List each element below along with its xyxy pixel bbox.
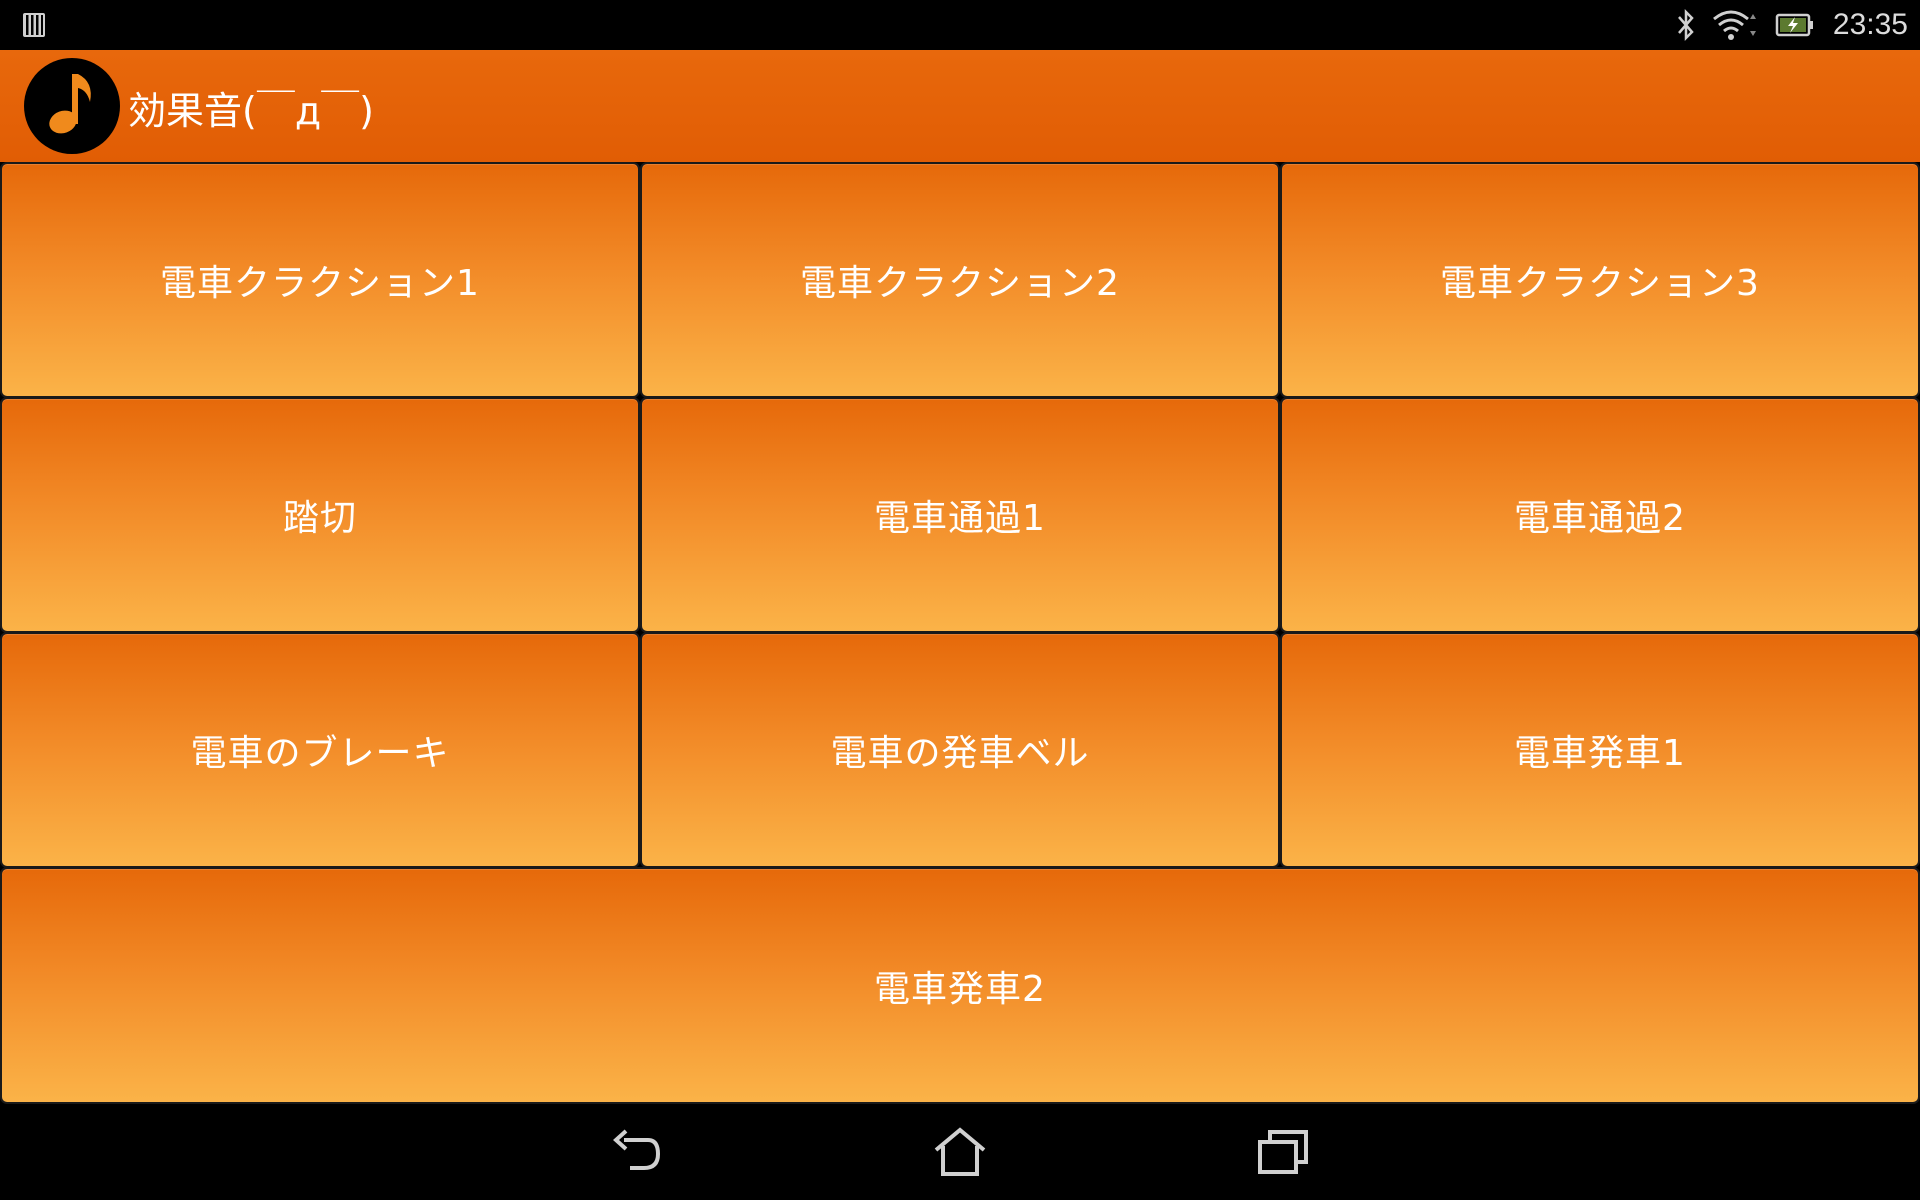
status-icons: 23:35 — [1675, 0, 1908, 50]
sound-button-train-horn-2[interactable]: 電車クラクション2 — [640, 162, 1280, 398]
bluetooth-icon — [1677, 8, 1694, 42]
clock: 23:35 — [1832, 8, 1908, 41]
sound-button-train-brake[interactable]: 電車のブレーキ — [0, 632, 640, 868]
recent-apps-icon — [1258, 1130, 1308, 1174]
sim-card-icon — [23, 13, 45, 37]
sound-button-train-horn-3[interactable]: 電車クラクション3 — [1280, 162, 1920, 398]
sound-button-train-departure-2[interactable]: 電車発車2 — [0, 867, 1920, 1104]
sound-button-railroad-crossing[interactable]: 踏切 — [0, 397, 640, 633]
app-icon — [24, 58, 120, 154]
battery-charging-icon — [1775, 13, 1813, 37]
status-bar: 23:35 — [0, 0, 1920, 50]
app-title: 効果音(￣д￣) — [128, 89, 374, 133]
home-button[interactable] — [928, 1122, 992, 1182]
sound-button-train-passing-2[interactable]: 電車通過2 — [1280, 397, 1920, 633]
navigation-bar — [0, 1104, 1920, 1200]
sound-button-train-horn-1[interactable]: 電車クラクション1 — [0, 162, 640, 398]
sound-button-train-passing-1[interactable]: 電車通過1 — [640, 397, 1280, 633]
screen: 23:35 効果音(￣д￣) 電車クラクション1 電車クラクション2 電車クラク… — [0, 0, 1920, 1200]
sound-button-train-departure-1[interactable]: 電車発車1 — [1280, 632, 1920, 868]
recent-apps-button[interactable] — [1252, 1122, 1316, 1182]
home-icon — [934, 1127, 986, 1176]
back-icon — [613, 1129, 661, 1170]
action-bar: 効果音(￣д￣) — [0, 50, 1920, 162]
sound-button-departure-bell[interactable]: 電車の発車ベル — [640, 632, 1280, 868]
wifi-icon — [1712, 10, 1756, 40]
sound-button-grid: 電車クラクション1 電車クラクション2 電車クラクション3 踏切 電車通過1 電… — [0, 162, 1920, 1104]
back-button[interactable] — [604, 1122, 668, 1182]
music-note-icon — [49, 74, 91, 134]
